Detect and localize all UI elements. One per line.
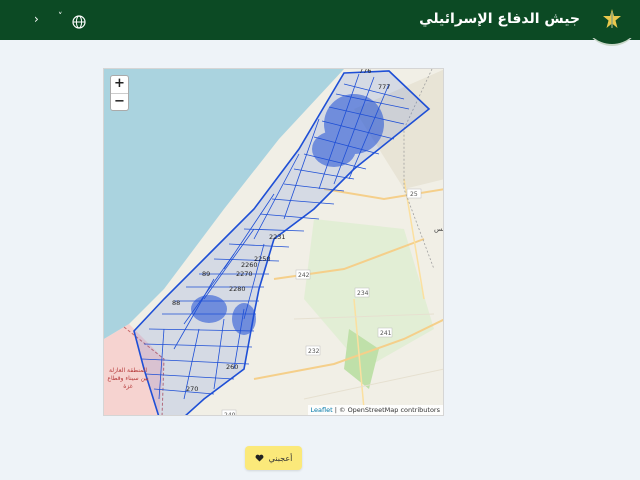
zoom-in-button[interactable]: + bbox=[111, 76, 128, 93]
border-zone-label-wrap: المنطقة العازلة بين سيناء وقطاع غزة bbox=[107, 367, 149, 390]
block-label: 776 bbox=[359, 69, 371, 75]
place-label: يونس bbox=[434, 225, 444, 233]
map-view[interactable]: 776 777 2231 2250 2260 2270 2280 88 89 2… bbox=[103, 68, 444, 416]
leaflet-link[interactable]: Leaflet bbox=[311, 406, 333, 414]
road-label: 241 bbox=[380, 330, 392, 337]
like-button[interactable]: أعجبني bbox=[245, 446, 302, 470]
block-label: 260 bbox=[226, 363, 238, 371]
block-label: 89 bbox=[202, 270, 210, 278]
chevron-right-icon[interactable]: › bbox=[34, 12, 39, 26]
top-navbar: › ˅ جيش الدفاع الإسرائيلي bbox=[0, 0, 640, 46]
page-title: جيش الدفاع الإسرائيلي bbox=[419, 11, 580, 27]
road-label: 242 bbox=[298, 272, 310, 279]
map-canvas[interactable]: 776 777 2231 2250 2260 2270 2280 88 89 2… bbox=[104, 69, 444, 416]
heart-icon bbox=[255, 454, 264, 462]
road-label: 234 bbox=[357, 290, 369, 297]
border-zone-label: المنطقة العازلة بين سيناء وقطاع غزة bbox=[107, 367, 149, 390]
idf-emblem-icon[interactable] bbox=[600, 8, 624, 32]
globe-icon[interactable] bbox=[72, 15, 86, 29]
road-label: 240 bbox=[224, 412, 236, 416]
road-label: 232 bbox=[308, 348, 320, 355]
block-label: 2280 bbox=[229, 285, 246, 293]
block-label: 2270 bbox=[236, 270, 253, 278]
block-label: 777 bbox=[378, 83, 390, 91]
zoom-control: + − bbox=[110, 75, 129, 111]
navbar-notch bbox=[584, 38, 640, 48]
chevron-down-icon[interactable]: ˅ bbox=[58, 12, 63, 22]
map-attribution: Leaflet | © OpenStreetMap contributors bbox=[307, 405, 443, 415]
block-label: 2260 bbox=[241, 261, 258, 269]
block-label: 88 bbox=[172, 299, 180, 307]
osm-attribution-link[interactable]: © OpenStreetMap contributors bbox=[339, 406, 440, 414]
zoom-out-button[interactable]: − bbox=[111, 93, 128, 110]
block-label: 270 bbox=[186, 385, 198, 393]
road-label: 25 bbox=[410, 191, 418, 198]
block-label: 2231 bbox=[269, 233, 286, 241]
like-button-label: أعجبني bbox=[268, 453, 293, 463]
attribution-separator: | bbox=[334, 406, 337, 414]
